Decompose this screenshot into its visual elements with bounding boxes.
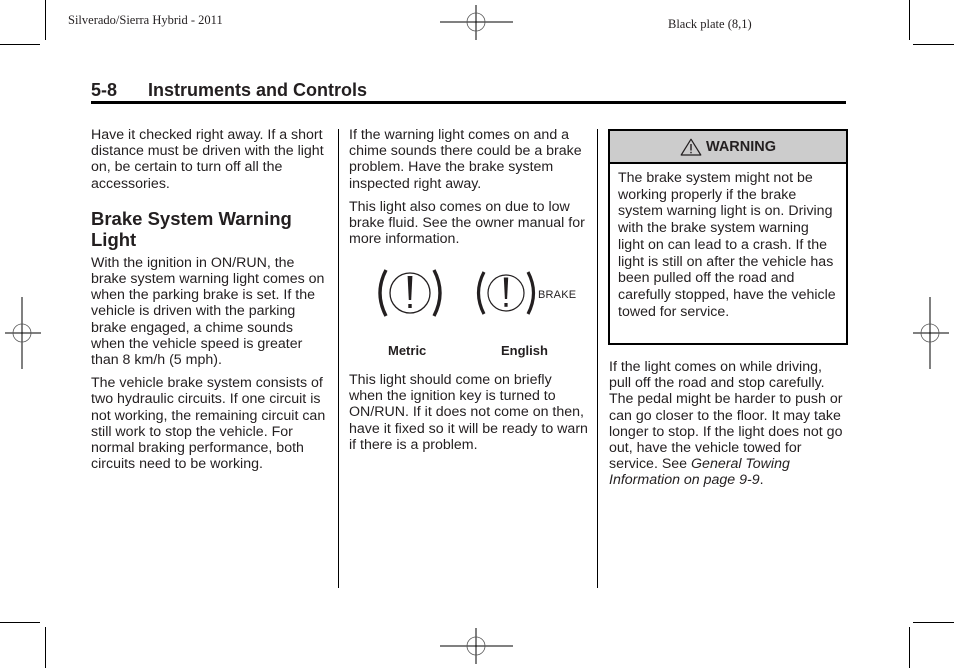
section-header: 5-8 Instruments and Controls: [91, 80, 846, 104]
warning-header: WARNING: [610, 131, 846, 164]
registration-mark-bottom: [440, 628, 513, 664]
registration-mark-left: [5, 297, 41, 369]
section-rule: [91, 101, 846, 104]
section-title: Instruments and Controls: [148, 80, 368, 100]
brake-label-text: BRAKE: [538, 289, 577, 301]
body-paragraph: This light also comes on due to low brak…: [349, 198, 585, 248]
body-paragraph: This light should come on briefly when t…: [349, 372, 588, 453]
warning-text: The brake system might not be working pr…: [618, 170, 836, 320]
crop-mark-bottom-right-vertical: [909, 627, 910, 668]
registration-mark-top: [440, 5, 513, 40]
section-number: 5-8: [91, 80, 118, 100]
warning-box: WARNING The brake system might not be wo…: [608, 129, 848, 345]
column-1: Have it checked right away. If a short d…: [91, 127, 327, 479]
crop-mark-bottom-right-horizontal: [913, 622, 954, 623]
crop-mark-top-right-horizontal: [913, 44, 954, 45]
page-header-right: Black plate (8,1): [668, 17, 752, 31]
warning-label: WARNING: [705, 138, 777, 155]
column-2-lower: This light should come on briefly when t…: [349, 372, 589, 460]
column-2: If the warning light comes on and a chim…: [349, 127, 589, 254]
brake-warning-icon-metric: [378, 269, 442, 317]
metric-label: Metric: [388, 343, 427, 358]
brake-warning-icon-english: [476, 271, 536, 315]
body-paragraph: With the ignition in ON/RUN, the brake s…: [91, 254, 325, 369]
warning-triangle-icon: [680, 138, 702, 156]
crop-mark-bottom-left-vertical: [45, 627, 46, 668]
crop-mark-top-left-horizontal: [0, 44, 40, 45]
column-divider-1: [338, 129, 339, 588]
english-label: English: [501, 343, 548, 358]
body-paragraph: If the light comes on while driving, pul…: [609, 359, 845, 489]
registration-mark-right: [913, 297, 949, 369]
body-paragraph: If the warning light comes on and a chim…: [349, 127, 582, 192]
crop-mark-bottom-left-horizontal: [0, 622, 40, 623]
crop-mark-top-right-vertical: [909, 0, 910, 40]
body-paragraph: The vehicle brake system consists of two…: [91, 375, 326, 473]
brake-warning-icons: BRAKE Metric English: [370, 262, 590, 362]
body-text-end: .: [759, 472, 764, 489]
intro-paragraph: Have it checked right away. If a short d…: [91, 127, 324, 192]
column-divider-2: [597, 129, 598, 588]
column-3: If the light comes on while driving, pul…: [609, 359, 845, 496]
page-header-left: Silverado/Sierra Hybrid - 2011: [68, 13, 223, 27]
crop-mark-top-left-vertical: [45, 0, 46, 40]
subsection-heading: Brake System Warning Light: [91, 207, 292, 250]
